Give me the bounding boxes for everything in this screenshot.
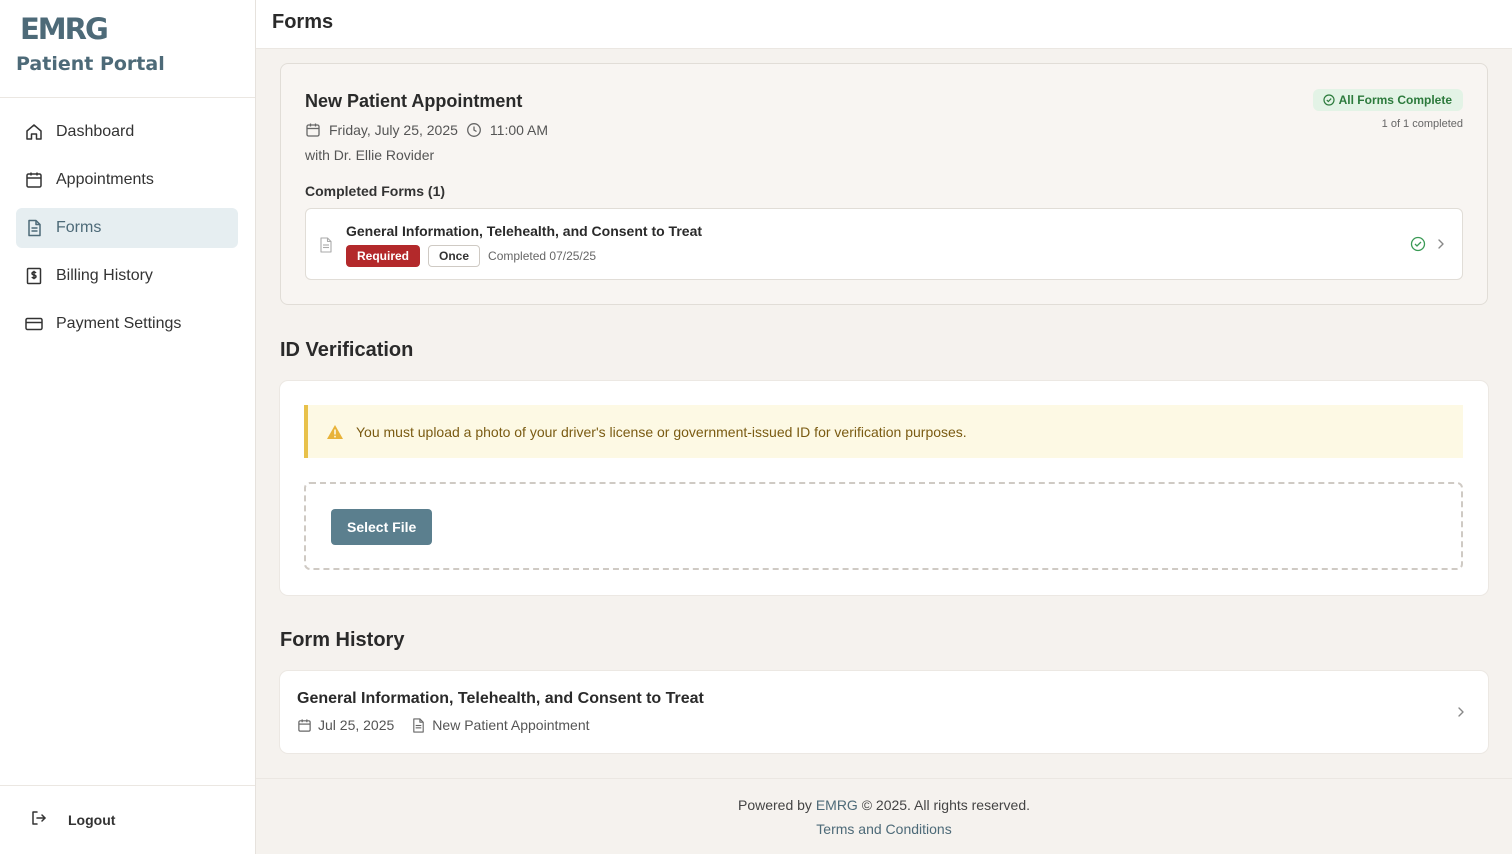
sidebar-item-payment-settings[interactable]: Payment Settings: [16, 304, 238, 344]
completed-form-item[interactable]: General Information, Telehealth, and Con…: [305, 208, 1463, 280]
check-circle-icon: [1323, 94, 1335, 106]
appointment-card: New Patient Appointment Friday, July 25,…: [280, 63, 1488, 305]
sidebar-item-label: Payment Settings: [56, 315, 182, 332]
sidebar-item-label: Appointments: [56, 171, 154, 188]
logout-icon: [30, 809, 48, 832]
page-title: Forms: [272, 11, 334, 33]
appointment-meta: Friday, July 25, 2025 11:00 AM: [305, 122, 556, 138]
receipt-dollar-icon: [24, 266, 44, 286]
warning-text: You must upload a photo of your driver's…: [356, 423, 967, 440]
sidebar-item-appointments[interactable]: Appointments: [16, 160, 238, 200]
calendar-icon: [297, 718, 312, 733]
sidebar-item-billing-history[interactable]: Billing History: [16, 256, 238, 296]
check-circle-icon: [1410, 236, 1426, 252]
credit-card-icon: [24, 314, 44, 334]
form-name: General Information, Telehealth, and Con…: [346, 223, 703, 239]
emrg-link[interactable]: EMRG: [816, 797, 858, 813]
portal-title: Patient Portal: [16, 53, 165, 75]
document-icon: [24, 218, 44, 238]
chevron-right-icon: [1455, 705, 1467, 719]
sidebar: EMRG Patient Portal Dashboard Appointmen…: [0, 0, 256, 854]
appointment-doctor: with Dr. Ellie Rovider: [305, 147, 435, 163]
form-history-item[interactable]: General Information, Telehealth, and Con…: [280, 671, 1488, 753]
footer: Powered by EMRG © 2025. All rights reser…: [256, 778, 1512, 854]
status-count: 1 of 1 completed: [1381, 118, 1463, 130]
status-label: All Forms Complete: [1338, 93, 1452, 107]
completed-date: Completed 07/25/25: [488, 249, 597, 263]
history-meta: Jul 25, 2025 New Patient Appointment: [297, 717, 607, 733]
form-history-title: Form History: [280, 629, 405, 651]
sidebar-item-label: Dashboard: [56, 123, 135, 140]
logo[interactable]: EMRG: [20, 12, 255, 46]
history-appointment: New Patient Appointment: [432, 717, 590, 733]
powered-by-text: Powered by: [737, 797, 812, 813]
form-badges: Required Once Completed 07/25/25: [346, 245, 596, 267]
document-icon: [411, 717, 426, 733]
logout-label: Logout: [68, 812, 116, 828]
document-icon: [319, 237, 333, 253]
appointment-time: 11:00 AM: [489, 122, 549, 138]
footer-copyright-line: Powered by EMRG © 2025. All rights reser…: [256, 797, 1512, 813]
calendar-icon: [24, 170, 44, 190]
appointment-title: New Patient Appointment: [305, 91, 523, 111]
id-verification-card: You must upload a photo of your driver's…: [280, 381, 1488, 595]
sidebar-nav: Dashboard Appointments Forms Billing His…: [0, 98, 255, 344]
history-form-name: General Information, Telehealth, and Con…: [297, 690, 704, 707]
sidebar-item-dashboard[interactable]: Dashboard: [16, 112, 238, 152]
brand-header: EMRG Patient Portal: [0, 0, 255, 98]
chevron-right-icon: [1435, 237, 1447, 251]
copyright-text: © 2025. All rights reserved.: [861, 797, 1030, 813]
calendar-icon: [305, 122, 321, 138]
required-badge: Required: [346, 245, 421, 267]
file-dropzone[interactable]: Select File: [304, 482, 1463, 570]
select-file-button[interactable]: Select File: [331, 509, 433, 545]
logout-button[interactable]: Logout: [0, 785, 255, 854]
sidebar-item-label: Forms: [56, 219, 102, 236]
id-verification-title: ID Verification: [280, 339, 414, 361]
status-badge: All Forms Complete: [1312, 89, 1463, 111]
sidebar-item-label: Billing History: [56, 267, 153, 284]
page-header: Forms: [256, 0, 1512, 49]
completed-forms-heading: Completed Forms (1): [305, 183, 446, 199]
home-icon: [24, 122, 44, 142]
warning-alert: You must upload a photo of your driver's…: [304, 405, 1463, 458]
clock-icon: [466, 122, 482, 138]
history-date: Jul 25, 2025: [318, 717, 395, 733]
appointment-date: Friday, July 25, 2025: [329, 122, 458, 138]
logo-text: EMRG: [20, 12, 109, 46]
warning-icon: [326, 424, 344, 440]
frequency-badge: Once: [428, 245, 481, 267]
sidebar-item-forms[interactable]: Forms: [16, 208, 238, 248]
terms-link[interactable]: Terms and Conditions: [816, 821, 951, 837]
